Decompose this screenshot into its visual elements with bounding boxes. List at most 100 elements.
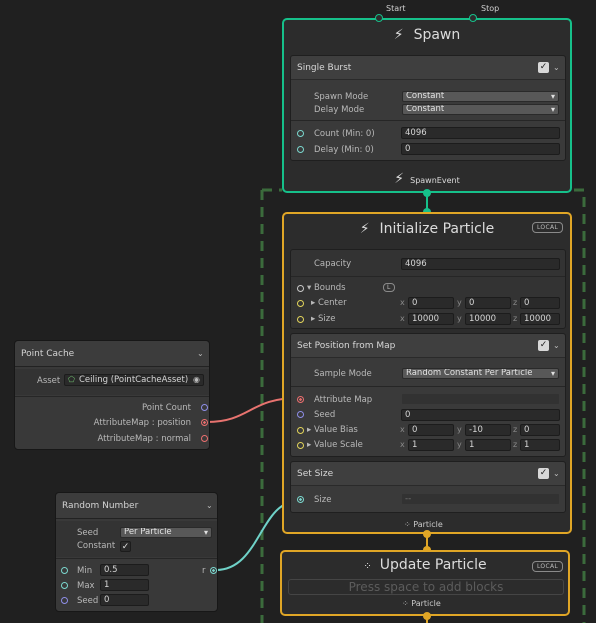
chevron-down-icon[interactable]: ⌄	[553, 63, 560, 72]
r-output-port[interactable]	[210, 567, 217, 574]
value-bias-x-field[interactable]: 0	[408, 424, 454, 436]
divider	[291, 386, 565, 387]
single-burst-enabled-checkbox[interactable]: ✓	[538, 62, 549, 73]
set-position-header: Set Position from Map ✓ ⌄	[291, 334, 565, 358]
point-count-output-label: Point Count	[141, 403, 191, 413]
count-field[interactable]: 4096	[401, 127, 560, 139]
chevron-down-icon[interactable]: ⌄	[197, 349, 204, 358]
attribute-map-label: Attribute Map	[314, 395, 373, 405]
value-bias-input-port[interactable]	[297, 427, 304, 434]
delay-mode-dropdown[interactable]: Constant	[402, 104, 559, 115]
attribute-position-output-port[interactable]	[201, 419, 208, 426]
min-field[interactable]: 0.5	[100, 564, 149, 576]
sample-mode-dropdown[interactable]: Random Constant Per Particle	[402, 368, 559, 379]
chevron-down-icon[interactable]: ⌄	[553, 469, 560, 478]
start-flow-port[interactable]	[375, 14, 383, 22]
size-z-field[interactable]: 10000	[520, 313, 560, 325]
axis-y: y	[457, 314, 462, 323]
chevron-down-icon[interactable]: ⌄	[206, 501, 213, 510]
bounds-size-label-text: Size	[317, 314, 336, 324]
attribute-position-output-label: AttributeMap : position	[93, 418, 191, 428]
random-number-node[interactable]: Random Number ⌄ Seed Per Particle Consta…	[55, 492, 218, 612]
object-picker-icon[interactable]: ◉	[193, 375, 200, 385]
size-x-field[interactable]: 10000	[408, 313, 454, 325]
spawn-mode-dropdown[interactable]: Constant	[402, 91, 559, 102]
bolt-icon: ⚡︎	[359, 221, 370, 237]
delay-field[interactable]: 0	[401, 143, 560, 155]
capacity-label: Capacity	[314, 259, 352, 269]
spawn-output-port[interactable]	[423, 189, 431, 197]
update-output-label: Particle	[411, 599, 441, 608]
divider	[15, 396, 209, 397]
update-output-port[interactable]	[423, 612, 431, 620]
init-title-row: ⚡︎ Initialize Particle	[284, 221, 570, 237]
delay-label: Delay (Min: 0)	[314, 145, 374, 155]
local-space-badge[interactable]: LOCAL	[532, 561, 563, 572]
seed-mode-dropdown[interactable]: Per Particle	[120, 527, 212, 538]
spawn-context[interactable]: ⚡︎ Spawn Single Burst ✓ ⌄ Spawn Mode Cons…	[282, 18, 572, 193]
value-bias-label: ▸ Value Bias	[307, 425, 358, 435]
particle-icon: ⁘	[402, 599, 409, 608]
set-size-size-label: Size	[314, 495, 332, 505]
add-blocks-placeholder[interactable]: Press space to add blocks	[288, 579, 564, 595]
seed-field[interactable]: 0	[401, 409, 560, 421]
size-input-port[interactable]	[297, 316, 304, 323]
set-position-enabled-checkbox[interactable]: ✓	[538, 340, 549, 351]
set-position-from-map-block[interactable]: Set Position from Map ✓ ⌄ Sample Mode Ra…	[290, 333, 566, 457]
count-input-port[interactable]	[297, 130, 304, 137]
axis-x: x	[400, 425, 405, 434]
init-output-label: Particle	[413, 520, 443, 529]
set-size-block[interactable]: Set Size ✓ ⌄ Size --	[290, 461, 566, 513]
point-cache-node[interactable]: Point Cache ⌄ Asset ⬠ Ceiling (PointCach…	[14, 340, 210, 450]
value-scale-y-field[interactable]: 1	[465, 439, 511, 451]
bounds-input-port[interactable]	[297, 285, 304, 292]
set-size-enabled-checkbox[interactable]: ✓	[538, 468, 549, 479]
center-z-field[interactable]: 0	[520, 297, 560, 309]
axis-x: x	[400, 298, 405, 307]
asset-field[interactable]: ⬠ Ceiling (PointCacheAsset) ◉	[64, 374, 204, 386]
min-input-port[interactable]	[61, 567, 68, 574]
chevron-down-icon[interactable]: ⌄	[553, 341, 560, 350]
init-output-port[interactable]	[423, 530, 431, 538]
update-context[interactable]: ⁘ Update Particle LOCAL Press space to ad…	[280, 550, 570, 616]
divider	[291, 276, 565, 277]
delay-input-port[interactable]	[297, 146, 304, 153]
size-y-field[interactable]: 10000	[465, 313, 511, 325]
value-scale-z-field[interactable]: 1	[520, 439, 560, 451]
constant-checkbox[interactable]: ✓	[120, 541, 131, 552]
set-size-field: --	[401, 493, 560, 505]
max-field[interactable]: 1	[100, 579, 149, 591]
single-burst-title: Single Burst	[297, 63, 352, 73]
asset-icon: ⬠	[68, 375, 75, 384]
value-bias-y-field[interactable]: -10	[465, 424, 511, 436]
center-input-port[interactable]	[297, 300, 304, 307]
random-number-header: Random Number ⌄	[56, 493, 217, 519]
spawn-event-row: ⚡︎ SpawnEvent	[284, 171, 570, 187]
update-output-row: ⁘ Particle	[402, 599, 441, 608]
center-y-field[interactable]: 0	[465, 297, 511, 309]
local-space-badge[interactable]: LOCAL	[532, 222, 563, 233]
capacity-field[interactable]: 4096	[401, 258, 560, 270]
set-size-title: Set Size	[297, 469, 334, 479]
initialize-context[interactable]: ⚡︎ Initialize Particle LOCAL Capacity 409…	[282, 212, 572, 534]
value-scale-x-field[interactable]: 1	[408, 439, 454, 451]
stop-label: Stop	[481, 4, 500, 13]
stop-flow-port[interactable]	[469, 14, 477, 22]
single-burst-block[interactable]: Single Burst ✓ ⌄ Spawn Mode Constant Del…	[290, 55, 566, 161]
seed-input-port[interactable]	[61, 597, 68, 604]
seed-input-port[interactable]	[297, 411, 304, 418]
point-count-output-port[interactable]	[201, 404, 208, 411]
attribute-map-input-port[interactable]	[297, 396, 304, 403]
value-bias-z-field[interactable]: 0	[520, 424, 560, 436]
bounds-space-badge[interactable]: L	[383, 283, 395, 292]
value-scale-input-port[interactable]	[297, 442, 304, 449]
attribute-normal-output-port[interactable]	[201, 435, 208, 442]
seed-mode-label: Seed	[77, 528, 99, 538]
size-input-port[interactable]	[297, 496, 304, 503]
max-label: Max	[77, 581, 95, 591]
max-input-port[interactable]	[61, 582, 68, 589]
center-x-field[interactable]: 0	[408, 297, 454, 309]
attribute-map-field	[401, 393, 560, 405]
axis-z: z	[513, 440, 518, 449]
seed-input-field[interactable]: 0	[100, 594, 149, 606]
